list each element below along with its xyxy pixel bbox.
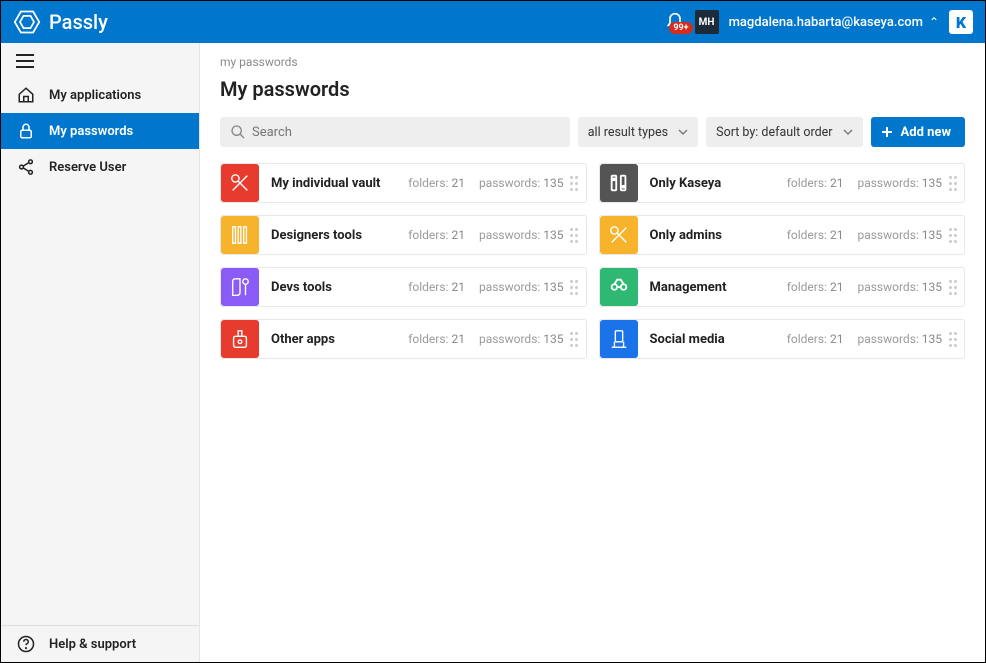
sidebar-item-applications[interactable]: My applications: [1, 77, 199, 113]
vault-passwords: passwords: 135: [857, 228, 942, 242]
vault-folders: folders: 21: [787, 280, 844, 294]
hamburger-icon: [15, 53, 35, 69]
notification-badge: 99+: [669, 22, 692, 34]
chevron-down-icon: [843, 127, 853, 137]
drag-handle-icon[interactable]: [564, 328, 580, 351]
top-bar: Passly 99+ MH magdalena.habarta@kaseya.c…: [1, 1, 985, 43]
vault-name: My individual vault: [271, 176, 380, 191]
sidebar-item-reserve[interactable]: Reserve User: [1, 149, 199, 185]
vault-passwords: passwords: 135: [857, 332, 942, 346]
vault-tile-icon: [221, 268, 259, 306]
kaseya-logo[interactable]: K: [949, 10, 973, 34]
chevron-up-icon[interactable]: ⌃: [929, 15, 939, 29]
vault-card[interactable]: Only admins folders: 21 passwords: 135: [599, 215, 966, 255]
vault-tile-icon: [221, 320, 259, 358]
vault-tile-icon: [600, 320, 638, 358]
vault-name: Social media: [650, 332, 725, 347]
sidebar-item-label: My applications: [49, 88, 141, 103]
brand-name: Passly: [49, 10, 108, 34]
drag-handle-icon[interactable]: [942, 276, 958, 299]
help-icon: [17, 635, 35, 653]
vault-name: Designers tools: [271, 228, 362, 243]
vault-folders: folders: 21: [408, 280, 465, 294]
vault-folders: folders: 21: [408, 176, 465, 190]
user-email[interactable]: magdalena.habarta@kaseya.com: [729, 15, 923, 30]
vault-tile-icon: [600, 216, 638, 254]
vault-tile-icon: [221, 216, 259, 254]
vault-card[interactable]: Only Kaseya folders: 21 passwords: 135: [599, 163, 966, 203]
hexagon-icon: [13, 8, 41, 36]
home-icon: [17, 86, 35, 104]
vault-name: Other apps: [271, 332, 335, 347]
user-avatar[interactable]: MH: [695, 10, 719, 34]
vault-tile-icon: [600, 164, 638, 202]
drag-handle-icon[interactable]: [564, 224, 580, 247]
vault-name: Management: [650, 280, 727, 295]
add-label: Add new: [901, 125, 951, 140]
chevron-down-icon: [678, 127, 688, 137]
drag-handle-icon[interactable]: [942, 224, 958, 247]
menu-toggle[interactable]: [1, 43, 199, 77]
notifications-button[interactable]: 99+: [665, 12, 685, 32]
vault-card[interactable]: Designers tools folders: 21 passwords: 135: [220, 215, 587, 255]
breadcrumb: my passwords: [220, 55, 965, 69]
vault-tile-icon: [221, 164, 259, 202]
vault-name: Devs tools: [271, 280, 332, 295]
vault-card[interactable]: Devs tools folders: 21 passwords: 135: [220, 267, 587, 307]
vault-card[interactable]: Social media folders: 21 passwords: 135: [599, 319, 966, 359]
page-title: My passwords: [220, 77, 965, 101]
drag-handle-icon[interactable]: [942, 328, 958, 351]
vault-card[interactable]: Management folders: 21 passwords: 135: [599, 267, 966, 307]
vault-folders: folders: 21: [408, 332, 465, 346]
vault-passwords: passwords: 135: [857, 176, 942, 190]
search-input[interactable]: [252, 125, 560, 140]
vault-folders: folders: 21: [787, 332, 844, 346]
vault-name: Only Kaseya: [650, 176, 722, 191]
drag-handle-icon[interactable]: [942, 172, 958, 195]
plus-icon: [881, 126, 893, 138]
add-new-button[interactable]: Add new: [871, 117, 965, 147]
vault-folders: folders: 21: [787, 228, 844, 242]
sidebar-item-help[interactable]: Help & support: [1, 626, 199, 662]
vault-card[interactable]: Other apps folders: 21 passwords: 135: [220, 319, 587, 359]
vault-passwords: passwords: 135: [479, 332, 564, 346]
vault-name: Only admins: [650, 228, 722, 243]
search-icon: [230, 124, 246, 140]
vault-folders: folders: 21: [408, 228, 465, 242]
share-icon: [17, 158, 35, 176]
vault-passwords: passwords: 135: [479, 280, 564, 294]
lock-icon: [17, 122, 35, 140]
sidebar-item-label: Reserve User: [49, 160, 126, 175]
sort-dropdown[interactable]: Sort by: default order: [706, 117, 862, 147]
sort-label: Sort by: default order: [716, 125, 832, 140]
vault-folders: folders: 21: [787, 176, 844, 190]
vault-grid: My individual vault folders: 21 passwords:…: [220, 163, 965, 359]
filter-dropdown[interactable]: all result types: [578, 117, 698, 147]
sidebar-item-label: Help & support: [49, 637, 136, 652]
vault-passwords: passwords: 135: [479, 176, 564, 190]
sidebar-item-passwords[interactable]: My passwords: [1, 113, 199, 149]
search-box[interactable]: [220, 117, 570, 147]
vault-card[interactable]: My individual vault folders: 21 passwords:…: [220, 163, 587, 203]
sidebar-item-label: My passwords: [49, 124, 133, 139]
sidebar: My applications My passwords Reserve Use…: [1, 43, 200, 662]
drag-handle-icon[interactable]: [564, 172, 580, 195]
vault-passwords: passwords: 135: [857, 280, 942, 294]
toolbar: all result types Sort by: default order …: [220, 117, 965, 147]
vault-passwords: passwords: 135: [479, 228, 564, 242]
filter-label: all result types: [588, 125, 668, 140]
brand-logo[interactable]: Passly: [13, 8, 108, 36]
main-content: my passwords My passwords all result typ…: [200, 43, 985, 662]
drag-handle-icon[interactable]: [564, 276, 580, 299]
vault-tile-icon: [600, 268, 638, 306]
